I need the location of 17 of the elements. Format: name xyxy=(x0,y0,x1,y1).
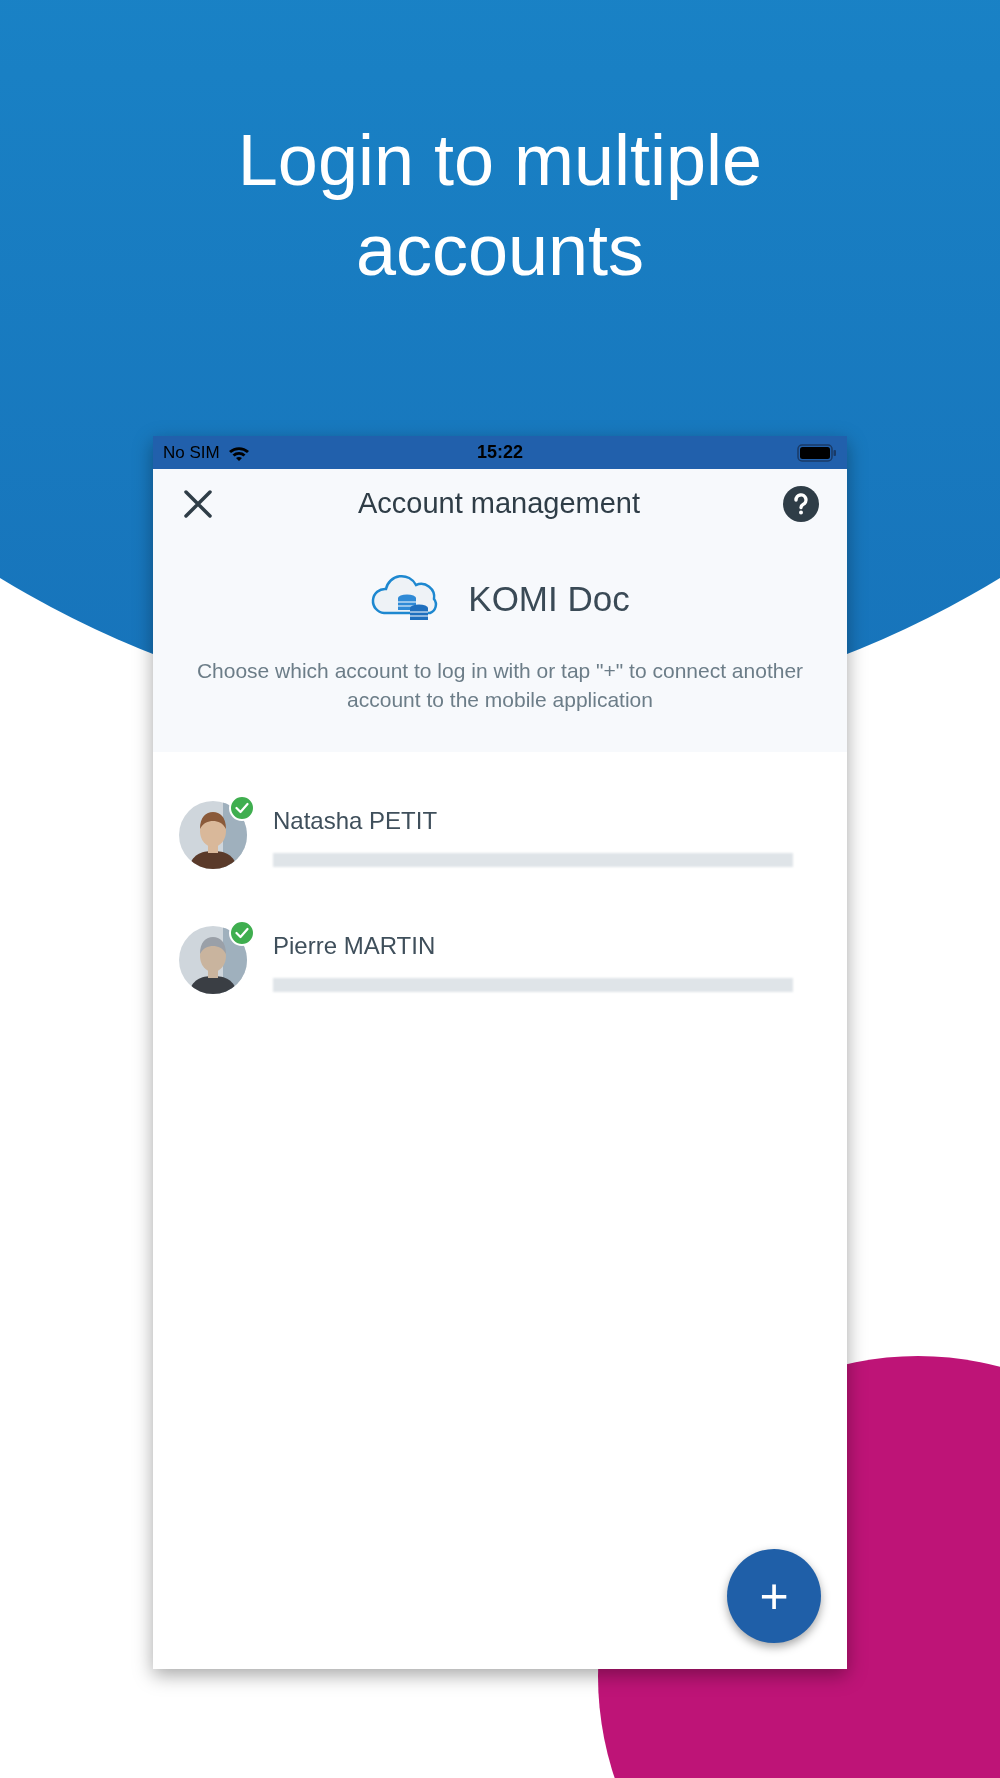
account-row[interactable]: Pierre MARTIN xyxy=(153,897,847,1022)
app-name: KOMI Doc xyxy=(468,578,630,620)
close-button[interactable] xyxy=(181,487,215,521)
account-row[interactable]: Natasha PETIT xyxy=(153,772,847,897)
carrier-text: No SIM xyxy=(163,441,220,464)
clock-text: 15:22 xyxy=(477,441,523,464)
instruction-text: Choose which account to log in with or tap "+" to connect another account to the mobile application xyxy=(195,657,805,713)
account-name: Natasha PETIT xyxy=(273,805,439,836)
close-icon xyxy=(183,489,213,519)
screen-title: Account management xyxy=(357,486,641,522)
wifi-icon xyxy=(227,444,250,461)
headline-text: accounts xyxy=(355,214,645,286)
help-button[interactable] xyxy=(783,486,819,522)
account-name: Pierre MARTIN xyxy=(273,930,437,961)
question-mark-icon xyxy=(791,492,811,516)
add-account-button[interactable]: + xyxy=(727,1549,821,1643)
battery-icon xyxy=(797,443,837,462)
